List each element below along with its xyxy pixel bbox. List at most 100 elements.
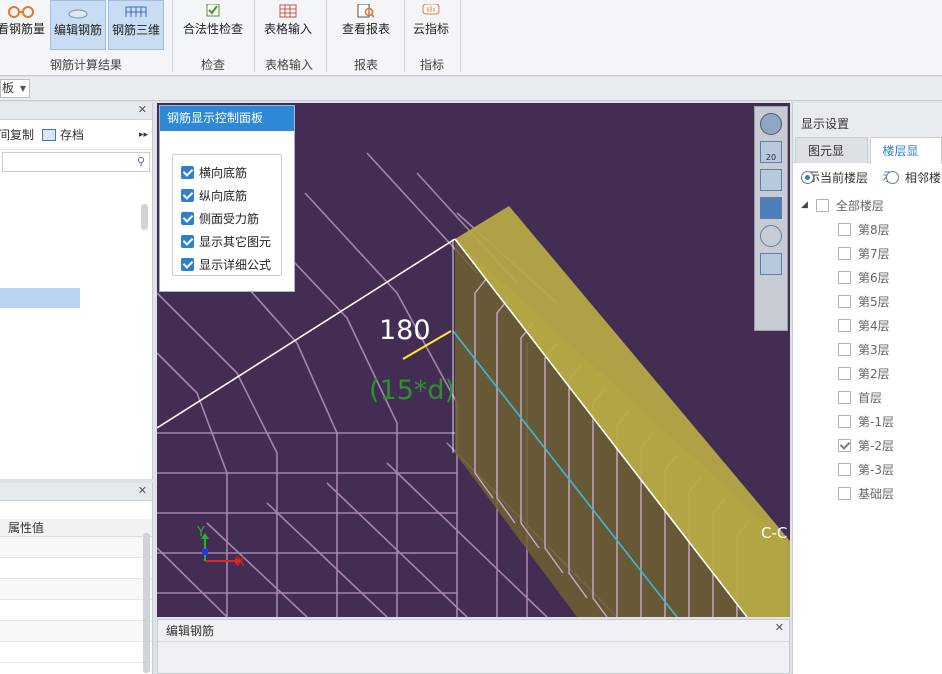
tree-item-floor[interactable]: 第6层 <box>793 265 942 289</box>
collapse-triangle-icon[interactable]: ◢ <box>801 200 808 210</box>
table-row[interactable] <box>0 579 152 600</box>
tab-element-display[interactable]: 图元显示 <box>795 137 868 184</box>
floor-label: 第2层 <box>858 366 890 381</box>
table-row[interactable] <box>0 600 152 621</box>
rebar-3d-button[interactable]: 钢筋三维 <box>108 0 164 50</box>
option-vertical-bottom[interactable]: 纵向底筋 <box>181 184 281 207</box>
checkbox[interactable] <box>838 222 851 236</box>
orbit-icon[interactable] <box>760 113 782 135</box>
tree-item-floor[interactable]: 第4层 <box>793 313 942 337</box>
layer-grid-icon[interactable] <box>760 253 782 275</box>
tree-item-floor[interactable]: 第5层 <box>793 289 942 313</box>
edit-rebar-icon <box>51 1 105 19</box>
checkbox[interactable] <box>181 258 194 271</box>
floor-label: 第4层 <box>858 318 890 333</box>
option-label: 横向底筋 <box>199 166 248 180</box>
table-row[interactable] <box>0 642 152 663</box>
tree-item-floor[interactable]: 首层 <box>793 385 942 409</box>
button-label: 看钢筋量 <box>0 22 45 36</box>
property-panel: ✕ 属性值 <box>0 483 153 674</box>
checkbox[interactable] <box>838 342 851 356</box>
table-row[interactable] <box>0 621 152 642</box>
checkbox[interactable] <box>838 318 851 332</box>
option-side-stress-bar[interactable]: 侧面受力筋 <box>181 207 281 230</box>
checkbox[interactable] <box>838 390 851 404</box>
tree-item-floor[interactable]: 第7层 <box>793 241 942 265</box>
checkbox[interactable] <box>181 189 194 202</box>
rotate-icon[interactable] <box>760 225 782 247</box>
tab-floor-display[interactable]: 楼层显示 <box>869 137 942 184</box>
control-options: 横向底筋 纵向底筋 侧面受力筋 显示其它图元 显示详细公式 <box>172 154 282 276</box>
option-label: 侧面受力筋 <box>199 212 260 226</box>
checkbox[interactable] <box>838 486 851 500</box>
close-icon[interactable]: ✕ <box>138 484 147 497</box>
table-row[interactable] <box>0 537 152 558</box>
floor-list: 第8层 第7层第6层第5层第4层第3层第2层首层 第-1层 第-2层第-3层基础层 <box>793 217 942 505</box>
checkbox[interactable] <box>838 438 851 452</box>
floor-label: 第3层 <box>858 342 890 357</box>
checkbox[interactable] <box>838 366 851 380</box>
close-icon[interactable]: ✕ <box>775 621 784 634</box>
property-column-header: 属性值 <box>0 519 152 537</box>
cube-view-icon[interactable] <box>760 169 782 191</box>
zoom-level-icon[interactable]: 20 <box>760 141 782 163</box>
view-rebar-qty-button[interactable]: 看钢筋量 <box>0 0 46 50</box>
option-show-other-elements[interactable]: 显示其它图元 <box>181 230 281 253</box>
property-rows <box>0 537 152 663</box>
view-toolbar: 20 <box>754 106 788 331</box>
checkbox[interactable] <box>838 270 851 284</box>
search-icon[interactable]: ⚲ <box>137 155 145 168</box>
tree-item-floor[interactable]: 第2层 <box>793 361 942 385</box>
checkbox[interactable] <box>838 294 851 308</box>
scrollbar[interactable] <box>141 204 148 230</box>
checkbox[interactable] <box>838 414 851 428</box>
tree-item-floor[interactable]: 第-3层 <box>793 457 942 481</box>
tree-item-floor[interactable]: 第-2层 <box>793 433 942 457</box>
option-label: 纵向底筋 <box>199 189 248 203</box>
rebar-3d-viewport[interactable]: X Y 180 (15*d) C-C 钢筋显示控制面板 横向底筋 纵向底筋 侧面… <box>157 103 790 617</box>
dropdown-value: 板 <box>2 81 15 95</box>
option-horizontal-bottom[interactable]: 横向底筋 <box>181 161 281 184</box>
solid-view-icon[interactable] <box>760 197 782 219</box>
tree-item-floor[interactable]: 第8层 <box>793 217 942 241</box>
tree-item-floor[interactable]: 第3层 <box>793 337 942 361</box>
checkbox[interactable] <box>181 212 194 225</box>
option-show-detail-formula[interactable]: 显示详细公式 <box>181 253 281 276</box>
tree-item-floor[interactable]: 基础层 <box>793 481 942 505</box>
edit-rebar-panel: 编辑钢筋 ✕ <box>157 619 790 674</box>
checkbox[interactable] <box>181 166 194 179</box>
checkbox[interactable] <box>815 198 829 212</box>
floor-label: 第5层 <box>858 294 890 309</box>
component-type-dropdown[interactable]: 板 ▼ <box>0 79 30 98</box>
control-panel-title: 钢筋显示控制面板 <box>160 106 294 131</box>
option-label: 显示其它图元 <box>199 235 272 249</box>
close-icon[interactable]: ✕ <box>138 103 147 116</box>
panel-header: ✕ <box>0 102 152 120</box>
panel-title: 显示设置 <box>793 103 942 137</box>
cloud-index-button[interactable]: 云指标 <box>406 0 456 50</box>
table-row[interactable] <box>0 558 152 579</box>
checkbox[interactable] <box>838 246 851 260</box>
floor-label: 第6层 <box>858 270 890 285</box>
checkbox[interactable] <box>181 235 194 248</box>
checkbox[interactable] <box>838 462 851 476</box>
radio-adjacent-floor[interactable] <box>886 170 900 184</box>
validity-check-button[interactable]: 合法性检查 <box>178 0 248 50</box>
radio-current-floor[interactable] <box>801 170 814 184</box>
tree-item-floor[interactable]: 第-1层 <box>793 409 942 433</box>
search-input[interactable]: ⚲ <box>2 152 150 172</box>
table-input-icon <box>258 0 318 18</box>
save-archive-button[interactable]: 存档 <box>60 126 84 143</box>
display-tabs: 图元显示 楼层显示 <box>793 137 942 184</box>
table-input-button[interactable]: 表格输入 <box>258 0 318 50</box>
save-archive-icon[interactable] <box>42 128 57 141</box>
tree-root-label: 全部楼层 <box>835 198 884 213</box>
more-icon[interactable]: ▸▸ <box>139 130 148 140</box>
floor-label: 第-3层 <box>858 462 894 477</box>
tree-root[interactable]: ◢ 全部楼层 <box>793 193 942 217</box>
selected-list-item[interactable] <box>0 288 80 308</box>
copy-between-floors-button[interactable]: 间复制 <box>0 126 34 143</box>
view-report-button[interactable]: 查看报表 <box>336 0 396 50</box>
scrollbar[interactable] <box>143 533 150 673</box>
edit-rebar-button[interactable]: 编辑钢筋 <box>50 0 106 50</box>
